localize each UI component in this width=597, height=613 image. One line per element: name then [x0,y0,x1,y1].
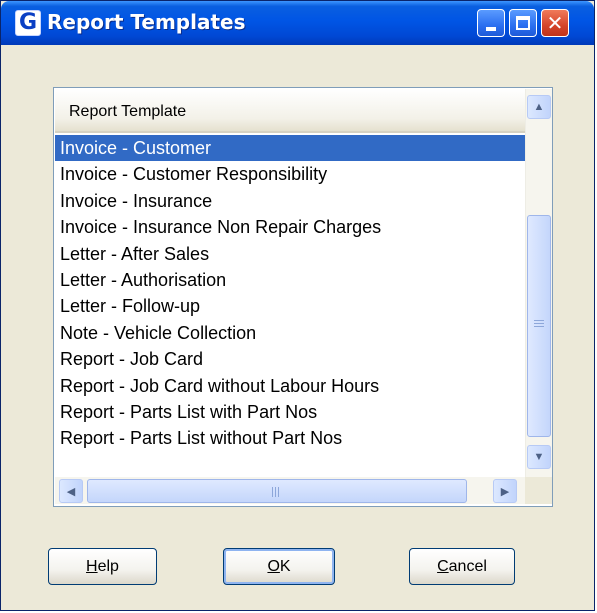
horizontal-scrollbar[interactable]: ◀ ▶ [55,477,525,504]
ok-label: K [279,557,291,575]
scrollbar-corner [525,477,552,504]
close-icon: ✕ [546,11,564,35]
list-item[interactable]: Report - Parts List with Part Nos [55,399,525,425]
list-item[interactable]: Report - Job Card [55,346,525,372]
ok-button[interactable]: OK [223,548,335,585]
list-rows: Invoice - Customer Invoice - Customer Re… [55,135,525,452]
chevron-down-icon: ▼ [533,451,545,463]
maximize-icon [516,16,530,30]
minimize-button[interactable] [477,9,505,37]
maximize-button[interactable] [509,9,537,37]
help-button[interactable]: Help [48,548,157,585]
horizontal-scroll-thumb[interactable] [87,479,467,503]
list-item[interactable]: Letter - After Sales [55,241,525,267]
list-item[interactable]: Report - Job Card without Labour Hours [55,373,525,399]
list-item[interactable]: Invoice - Insurance Non Repair Charges [55,214,525,240]
window-title: Report Templates [47,10,246,34]
column-header-label: Report Template [69,103,187,120]
column-header-report-template[interactable]: Report Template [55,89,525,133]
help-accelerator: H [86,557,98,575]
vertical-scroll-thumb[interactable] [527,215,551,437]
close-button[interactable]: ✕ [541,9,569,37]
cancel-label: ancel [448,557,487,575]
minimize-icon [486,27,496,31]
scroll-up-button[interactable]: ▲ [527,95,551,119]
report-templates-dialog: G Report Templates ✕ Report Template Inv… [0,0,595,611]
cancel-accelerator: C [437,557,449,575]
title-bar[interactable]: G Report Templates ✕ [1,1,594,45]
app-icon-letter: G [18,10,38,35]
scroll-right-button[interactable]: ▶ [493,479,517,503]
help-label: elp [97,557,119,575]
report-template-list[interactable]: Report Template Invoice - Customer Invoi… [53,87,553,507]
scroll-down-button[interactable]: ▼ [527,445,551,469]
vertical-scrollbar[interactable]: ▲ ▼ [525,89,552,477]
chevron-left-icon: ◀ [66,485,76,498]
chevron-right-icon: ▶ [500,485,510,498]
list-item[interactable]: Invoice - Customer [55,135,525,162]
grip-icon [272,487,281,497]
ok-accelerator: O [267,557,280,575]
scroll-left-button[interactable]: ◀ [59,479,83,503]
list-item[interactable]: Letter - Authorisation [55,267,525,293]
grip-icon [534,320,544,329]
list-item[interactable]: Invoice - Customer Responsibility [55,161,525,187]
list-item[interactable]: Invoice - Insurance [55,188,525,214]
list-item[interactable]: Note - Vehicle Collection [55,320,525,346]
list-item[interactable]: Letter - Follow-up [55,293,525,319]
cancel-button[interactable]: Cancel [409,548,515,585]
list-item[interactable]: Report - Parts List without Part Nos [55,425,525,451]
app-g-icon: G [15,10,41,36]
chevron-up-icon: ▲ [533,101,545,113]
